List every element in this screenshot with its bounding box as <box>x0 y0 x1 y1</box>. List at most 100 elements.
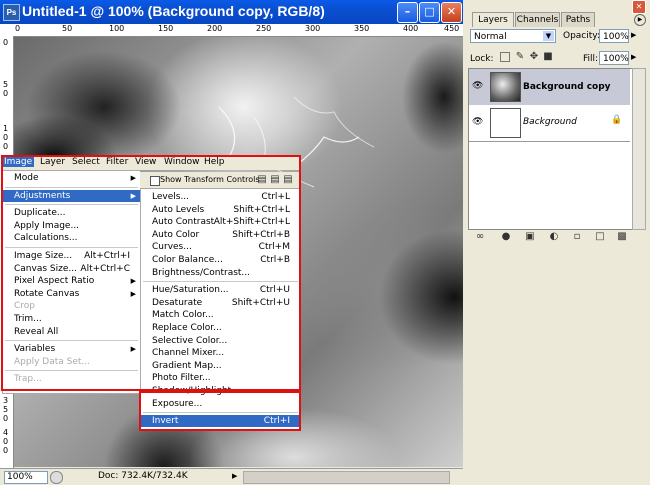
menu-item-adjustments[interactable]: Adjustments ▶ <box>3 189 140 202</box>
ruler-label: 0 <box>3 446 9 455</box>
opacity-field[interactable]: 100% <box>599 29 629 43</box>
menu-item-shortcut: Shift+Ctrl+L <box>233 204 290 215</box>
menu-item-auto-color[interactable]: Auto Color Shift+Ctrl+B <box>141 229 300 241</box>
menu-item-desaturate[interactable]: Desaturate Shift+Ctrl+U <box>141 297 300 309</box>
adjustment-layer-icon[interactable]: ◐ <box>548 231 560 243</box>
adjustments-submenu: Levels... Ctrl+L Auto Levels Shift+Ctrl+L Au… <box>140 188 301 430</box>
menu-item-auto-contrast[interactable]: Auto Contrast Alt+Shift+Ctrl+L <box>141 216 300 228</box>
menu-item-invert[interactable]: Invert Ctrl+I <box>141 415 300 428</box>
menu-item-brightness-contrast[interactable]: Brightness/Contrast... <box>141 267 300 279</box>
new-group-icon[interactable]: ▫ <box>571 231 583 243</box>
menu-item-photo-filter[interactable]: Photo Filter... <box>141 372 300 384</box>
menu-item-image-size[interactable]: Image Size... Alt+Ctrl+I <box>3 250 140 262</box>
menu-item-shortcut: Alt+Ctrl+I <box>84 251 130 261</box>
ruler-label: 0 <box>3 38 9 47</box>
ruler-label: 3 <box>3 396 9 405</box>
menu-item-label: Gradient Map... <box>152 360 222 371</box>
zoom-field[interactable]: 100% <box>4 471 48 484</box>
panel-header[interactable] <box>464 0 650 11</box>
trash-icon[interactable]: ▩ <box>616 231 628 243</box>
layer-style-icon[interactable]: ● <box>500 231 512 243</box>
align-icon[interactable]: ▤ <box>256 174 268 186</box>
document-size: Doc: 732.4K/732.4K <box>98 471 188 481</box>
align-icon[interactable]: ▤ <box>282 174 294 186</box>
menu-item-label: Canvas Size... <box>14 263 77 274</box>
blend-mode-select[interactable]: Normal ▼ <box>470 29 556 43</box>
menu-image[interactable]: Image <box>2 157 35 167</box>
menu-item-replace-color[interactable]: Replace Color... <box>141 322 300 334</box>
opacity-arrow-icon[interactable]: ▶ <box>631 31 636 39</box>
menu-item-color-balance[interactable]: Color Balance... Ctrl+B <box>141 254 300 266</box>
menu-select[interactable]: Select <box>72 157 100 167</box>
ruler-label: 200 <box>207 24 223 33</box>
menu-item-shadow-highlight[interactable]: Shadow/Highlight... <box>141 385 300 397</box>
show-transform-checkbox[interactable] <box>150 176 160 186</box>
title-bar[interactable]: Ps Untitled-1 @ 100% (Background copy, R… <box>0 0 463 24</box>
menu-item-exposure[interactable]: Exposure... <box>141 398 300 410</box>
menu-item-shortcut: Alt+Ctrl+C <box>80 263 130 274</box>
photoshop-logo-icon: Ps <box>3 4 20 21</box>
layer-row-background[interactable]: 👁 Background 🔒 <box>469 105 630 142</box>
lock-brush-icon[interactable]: ✎ <box>514 51 526 63</box>
align-icon[interactable]: ▤ <box>269 174 281 186</box>
menu-item-gradient-map[interactable]: Gradient Map... <box>141 360 300 372</box>
menu-item-channel-mixer[interactable]: Channel Mixer... <box>141 347 300 359</box>
menu-filter[interactable]: Filter <box>106 157 128 167</box>
menu-item-auto-levels[interactable]: Auto Levels Shift+Ctrl+L <box>141 204 300 216</box>
visibility-eye-icon[interactable]: 👁 <box>472 81 483 91</box>
tab-paths[interactable]: Paths <box>561 12 595 27</box>
ruler-label: 250 <box>256 24 272 33</box>
fill-field[interactable]: 100% <box>599 51 629 65</box>
menu-item-duplicate[interactable]: Duplicate... <box>3 207 140 219</box>
link-icon[interactable]: ∞ <box>474 231 486 243</box>
menu-help[interactable]: Help <box>204 157 225 167</box>
menu-item-apply-image[interactable]: Apply Image... <box>3 220 140 232</box>
status-arrow-icon[interactable]: ▶ <box>232 472 237 480</box>
visibility-eye-icon[interactable]: 👁 <box>472 117 483 127</box>
menu-item-match-color[interactable]: Match Color... <box>141 309 300 321</box>
close-icon: ✕ <box>446 5 457 18</box>
menu-item-pixel-aspect-ratio[interactable]: Pixel Aspect Ratio ▶ <box>3 275 140 287</box>
lock-all-icon[interactable]: ■ <box>542 51 554 63</box>
menu-item-hue-saturation[interactable]: Hue/Saturation... Ctrl+U <box>141 284 300 296</box>
status-bar: 100% Doc: 732.4K/732.4K ▶ <box>0 468 463 485</box>
lock-icon: 🔒 <box>611 115 623 125</box>
lock-transparent-icon[interactable] <box>500 52 510 62</box>
menu-item-curves[interactable]: Curves... Ctrl+M <box>141 241 300 253</box>
chevron-down-icon[interactable]: ▼ <box>543 31 554 41</box>
menu-window[interactable]: Window <box>164 157 200 167</box>
menu-item-trim[interactable]: Trim... <box>3 313 140 325</box>
ruler-label: 100 <box>109 24 125 33</box>
maximize-button[interactable]: □ <box>419 2 440 23</box>
new-layer-icon[interactable]: □ <box>594 231 606 243</box>
tab-layers[interactable]: Layers <box>472 12 514 27</box>
menu-item-label: Trap... <box>14 374 42 385</box>
menu-item-reveal-all[interactable]: Reveal All <box>3 326 140 338</box>
opacity-label: Opacity: <box>563 31 600 41</box>
menu-layer[interactable]: Layer <box>40 157 65 167</box>
menu-item-levels[interactable]: Levels... Ctrl+L <box>141 191 300 203</box>
horizontal-scrollbar[interactable] <box>243 471 450 484</box>
minimize-button[interactable]: – <box>397 2 418 23</box>
status-options-icon[interactable] <box>50 471 63 484</box>
horizontal-ruler[interactable]: 0 50 100 150 200 250 300 350 400 450 <box>0 24 463 37</box>
menu-view[interactable]: View <box>135 157 156 167</box>
layer-row-background-copy[interactable]: 👁 Background copy <box>469 69 630 106</box>
menu-bar: Image Layer Select Filter View Window He… <box>2 156 300 170</box>
lock-move-icon[interactable]: ✥ <box>528 51 540 63</box>
show-transform-label: Show Transform Controls <box>160 175 260 184</box>
menu-item-variables[interactable]: Variables ▶ <box>3 343 140 355</box>
panel-menu-icon[interactable]: ▶ <box>634 14 646 26</box>
layers-scrollbar[interactable] <box>632 68 646 230</box>
menu-item-label: Auto Color <box>152 229 200 240</box>
menu-item-selective-color[interactable]: Selective Color... <box>141 335 300 347</box>
fill-arrow-icon[interactable]: ▶ <box>631 53 636 61</box>
layer-mask-icon[interactable]: ▣ <box>524 231 536 243</box>
menu-item-canvas-size[interactable]: Canvas Size... Alt+Ctrl+C <box>3 263 140 275</box>
menu-item-rotate-canvas[interactable]: Rotate Canvas ▶ <box>3 288 140 300</box>
menu-item-mode[interactable]: Mode ▶ <box>3 172 140 184</box>
close-button[interactable]: ✕ <box>441 2 462 23</box>
menu-item-calculations[interactable]: Calculations... <box>3 232 140 244</box>
panel-close-icon[interactable]: ✕ <box>632 0 646 14</box>
tab-channels[interactable]: Channels <box>515 12 560 27</box>
